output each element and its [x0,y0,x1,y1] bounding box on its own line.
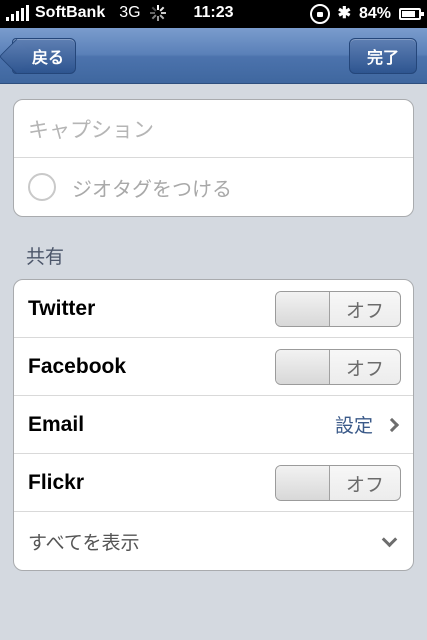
back-button[interactable]: 戻る [12,38,76,74]
rotation-lock-icon [309,4,330,24]
toggle-label: オフ [345,299,384,322]
caption-group: キャプション ジオタグをつける [13,99,414,217]
flickr-toggle[interactable]: オフ [275,465,401,501]
chevron-down-icon [381,531,398,548]
share-section-label: 共有 [26,246,65,268]
email-settings-link[interactable]: 設定 [334,396,400,453]
share-row-flickr: Flickr オフ [14,454,413,512]
share-row-title: Email [28,412,85,436]
share-row-twitter: Twitter オフ [14,280,413,338]
status-bar: SoftBank 3G 11:23 ✱ 84% [0,0,427,28]
share-row-email[interactable]: Email 設定 [14,396,413,454]
share-row-title: Flickr [28,470,85,494]
geotag-radio-icon[interactable] [28,173,56,201]
email-settings-label: 設定 [334,415,373,437]
share-row-title: Twitter [28,296,96,320]
toggle-knob [276,292,330,326]
toggle-knob [276,466,330,500]
battery-percent: 84% [358,5,391,22]
show-all-label: すべてを表示 [28,531,140,554]
share-group: Twitter オフ Facebook オフ Email 設定 Flickr オ… [13,279,414,571]
twitter-toggle[interactable]: オフ [275,291,401,327]
chevron-right-icon [384,417,400,432]
bluetooth-icon: ✱ [337,5,351,22]
done-button[interactable]: 完了 [349,38,417,74]
toggle-knob [276,350,330,384]
geotag-row[interactable]: ジオタグをつける [14,158,413,216]
toggle-label: オフ [345,357,384,380]
toggle-label: オフ [345,473,384,496]
caption-field[interactable]: キャプション [14,100,413,158]
show-all-row[interactable]: すべてを表示 [14,512,413,570]
facebook-toggle[interactable]: オフ [275,349,401,385]
battery-icon [399,8,424,20]
geotag-label: ジオタグをつける [72,176,232,201]
share-row-facebook: Facebook オフ [14,338,413,396]
share-row-title: Facebook [28,354,127,378]
navigation-bar: 戻る 完了 [0,28,427,84]
caption-placeholder: キャプション [28,117,154,142]
